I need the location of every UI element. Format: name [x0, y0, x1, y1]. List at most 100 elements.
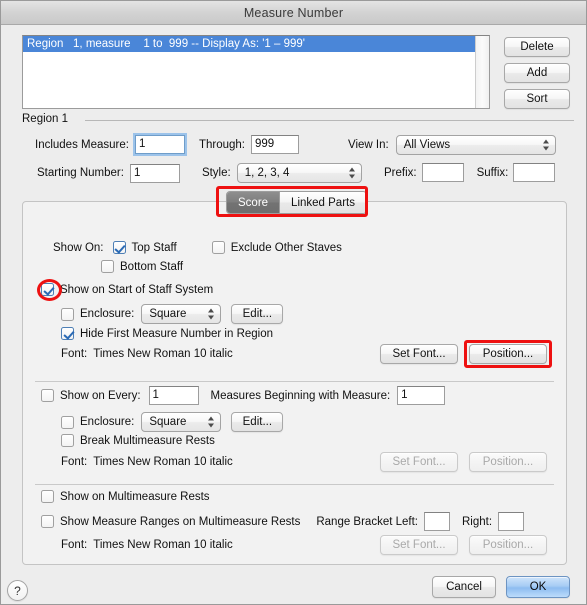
show-measure-ranges-row: Show Measure Ranges on Multimeasure Rest… [41, 512, 525, 531]
show-on-multimeasure-label: Show on Multimeasure Rests [60, 490, 210, 503]
top-staff-label: Top Staff [131, 241, 177, 254]
show-on-start-row: Show on Start of Staff System [41, 283, 213, 296]
show-on-every-label: Show on Every: [60, 389, 141, 402]
checkbox-bottom-staff[interactable] [101, 260, 114, 273]
checkbox-start-enclosure[interactable] [61, 307, 74, 321]
show-on-multimeasure-row: Show on Multimeasure Rests [41, 490, 210, 503]
style-label: Style: [201, 167, 231, 179]
measures-beginning-input[interactable]: 1 [397, 386, 446, 405]
start-enclosure-row: Enclosure: Square Edit... [61, 304, 284, 324]
start-font-value: Times New Roman 10 italic [93, 348, 233, 360]
style-select[interactable]: 1, 2, 3, 4 [236, 163, 362, 183]
cancel-button[interactable]: Cancel [432, 576, 496, 598]
checkbox-exclude-other-staves[interactable] [211, 241, 225, 254]
start-set-font-button[interactable]: Set Font... [380, 344, 458, 364]
range-bracket-left-input[interactable] [424, 512, 450, 531]
includes-measure-label: Includes Measure: [35, 138, 129, 151]
show-on-label: Show On: [53, 241, 104, 254]
start-position-button[interactable]: Position... [469, 344, 547, 364]
show-measure-ranges-label: Show Measure Ranges on Multimeasure Rest… [60, 515, 301, 528]
measures-beginning-label: Measures Beginning with Measure: [210, 389, 391, 402]
includes-measure-input[interactable]: 1 [132, 133, 187, 156]
window-title: Measure Number [243, 5, 344, 20]
view-in-value: All Views [403, 139, 451, 151]
range-bracket-right-input[interactable] [498, 512, 525, 531]
score-settings-group [22, 201, 567, 565]
starting-number-input[interactable]: 1 [129, 163, 180, 183]
view-in-select[interactable]: All Views [395, 135, 556, 155]
every-enclosure-edit-button[interactable]: Edit... [231, 412, 284, 432]
bottom-staff-row: Bottom Staff [101, 260, 183, 273]
suffix-label: Suffix: [476, 166, 509, 179]
add-button[interactable]: Add [504, 63, 570, 83]
every-set-font-button[interactable]: Set Font... [380, 452, 458, 472]
tab-linked-parts[interactable]: Linked Parts [279, 192, 366, 213]
includes-measure-row: Includes Measure: 1 Through: 999 [35, 133, 299, 156]
stepper-arrows-icon [542, 139, 550, 152]
start-enclosure-edit-button[interactable]: Edit... [231, 304, 284, 324]
show-on-row: Show On: Top Staff Exclude Other Staves [53, 241, 342, 254]
show-on-every-input[interactable]: 1 [148, 386, 199, 405]
list-scrollbar[interactable] [475, 36, 489, 108]
checkbox-top-staff[interactable] [112, 241, 126, 254]
show-on-start-label: Show on Start of Staff System [60, 283, 214, 296]
multimeasure-font-label: Font: [61, 539, 88, 551]
region-list[interactable]: Region 1, measure 1 to 999 -- Display As… [22, 35, 490, 109]
checkbox-show-on-multimeasure-rests[interactable] [41, 490, 54, 503]
title-bar: Measure Number [1, 1, 586, 25]
score-linkedparts-tabs[interactable]: Score Linked Parts [226, 191, 367, 214]
checkbox-show-measure-ranges[interactable] [41, 515, 54, 528]
list-item[interactable]: Region 1, measure 1 to 999 -- Display As… [23, 36, 489, 52]
break-multimeasure-row: Break Multimeasure Rests [61, 434, 215, 447]
every-font-label: Font: [61, 456, 88, 468]
start-enclosure-value: Square [149, 308, 187, 320]
measure-number-dialog: Measure Number Region 1, measure 1 to 99… [0, 0, 587, 605]
checkbox-hide-first-measure-number[interactable] [61, 327, 74, 340]
delete-button[interactable]: Delete [504, 37, 570, 57]
hide-first-label: Hide First Measure Number in Region [80, 327, 274, 340]
every-font-value: Times New Roman 10 italic [93, 456, 233, 468]
show-on-every-row: Show on Every: 1 Measures Beginning with… [41, 386, 446, 405]
start-enclosure-select[interactable]: Square [141, 304, 222, 324]
every-enclosure-row: Enclosure: Square Edit... [61, 412, 284, 432]
hide-first-row: Hide First Measure Number in Region [61, 327, 273, 340]
checkbox-every-enclosure[interactable] [61, 415, 74, 429]
stepper-arrows-icon [348, 167, 356, 180]
view-in-row: View In: All Views [348, 135, 556, 155]
view-in-label: View In: [348, 139, 389, 151]
prefix-input[interactable] [421, 163, 464, 182]
multimeasure-set-font-button[interactable]: Set Font... [380, 535, 458, 555]
checkbox-show-on-every[interactable] [41, 389, 54, 402]
start-enclosure-label: Enclosure: [80, 308, 135, 320]
help-button[interactable]: ? [7, 580, 28, 601]
break-multimeasure-label: Break Multimeasure Rests [80, 434, 215, 447]
start-font-label: Font: [61, 348, 88, 360]
every-enclosure-select[interactable]: Square [141, 412, 222, 432]
ok-button[interactable]: OK [506, 576, 570, 598]
range-bracket-left-label: Range Bracket Left: [316, 515, 418, 528]
multimeasure-font-row: Font: Times New Roman 10 italic [61, 539, 233, 551]
every-position-button[interactable]: Position... [469, 452, 547, 472]
region-label: Region 1 [22, 113, 69, 125]
bottom-staff-label: Bottom Staff [120, 260, 184, 273]
sort-button[interactable]: Sort [504, 89, 570, 109]
start-font-row: Font: Times New Roman 10 italic [61, 348, 233, 360]
starting-number-label: Starting Number: [37, 167, 124, 179]
group-separator-2 [35, 484, 554, 485]
multimeasure-font-value: Times New Roman 10 italic [93, 539, 233, 551]
tab-score[interactable]: Score [227, 192, 280, 213]
range-bracket-right-label: Right: [462, 515, 493, 528]
through-input[interactable]: 999 [251, 135, 299, 154]
every-font-row: Font: Times New Roman 10 italic [61, 456, 233, 468]
checkbox-show-on-start-of-staff-system[interactable] [41, 283, 54, 296]
checkbox-break-multimeasure-rests[interactable] [61, 434, 74, 447]
through-label: Through: [198, 138, 245, 151]
multimeasure-position-button[interactable]: Position... [469, 535, 547, 555]
starting-number-row: Starting Number: 1 Style: 1, 2, 3, 4 [37, 163, 362, 183]
prefix-suffix-row: Prefix: Suffix: [384, 163, 556, 182]
every-enclosure-label: Enclosure: [80, 416, 135, 428]
stepper-arrows-icon [208, 308, 215, 321]
help-icon: ? [14, 583, 21, 598]
suffix-input[interactable] [513, 163, 556, 182]
region-separator [85, 120, 574, 121]
